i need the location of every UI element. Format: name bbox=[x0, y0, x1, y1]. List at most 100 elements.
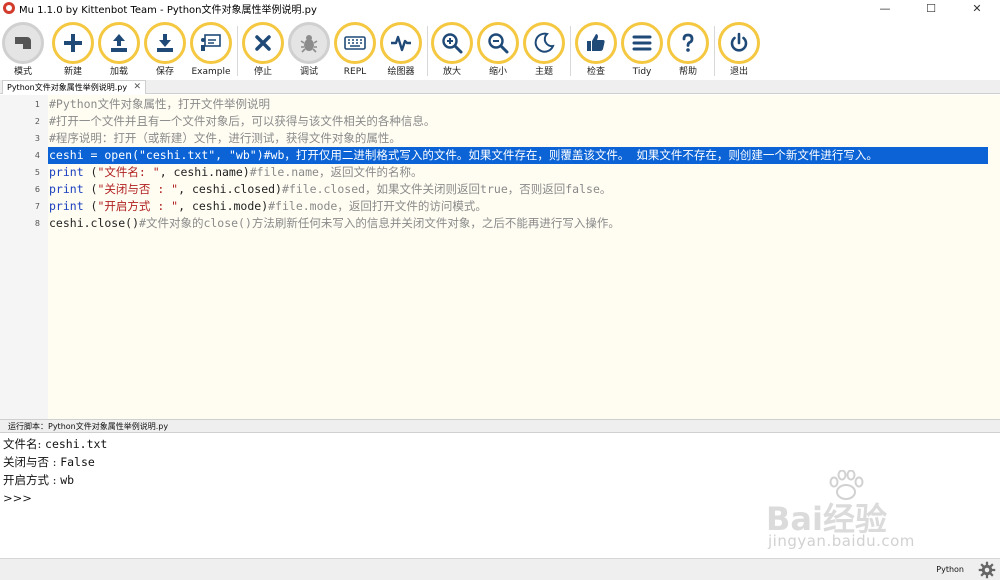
code-rest: , ceshi.name) bbox=[159, 165, 250, 179]
tidy-label: Tidy bbox=[632, 67, 652, 77]
download-icon bbox=[144, 22, 186, 64]
output-label: 文件名: bbox=[3, 437, 46, 451]
mode-button[interactable]: 模式 bbox=[0, 22, 46, 78]
code-line: 5 print ("文件名: ", ceshi.name)#file.name，… bbox=[0, 164, 1000, 181]
code-comment: #打开一个文件并且有一个文件对象后，可以获得与该文件相关的各种信息。 bbox=[49, 114, 436, 128]
zoom-out-button[interactable]: 缩小 bbox=[475, 22, 521, 78]
output-line: 文件名: ceshi.txt bbox=[3, 436, 107, 453]
code-line-selected: 4 ceshi = open("ceshi.txt", "wb")#wb，打开仅… bbox=[0, 147, 1000, 164]
toolbar-divider bbox=[570, 26, 571, 76]
output-value: ceshi.txt bbox=[45, 437, 108, 451]
maximize-button[interactable]: ☐ bbox=[908, 0, 954, 16]
check-button[interactable]: 检查 bbox=[573, 22, 619, 78]
repl-label: REPL bbox=[343, 67, 367, 77]
plotter-button[interactable]: 绘图器 bbox=[378, 22, 424, 78]
line-number: 1 bbox=[34, 100, 40, 109]
moon-icon bbox=[523, 22, 565, 64]
theme-button[interactable]: 主题 bbox=[521, 22, 567, 78]
keyword: print bbox=[49, 199, 84, 213]
code-comment: #file.name，返回文件的名称。 bbox=[249, 165, 423, 179]
quit-button[interactable]: 退出 bbox=[716, 22, 762, 78]
output-label: 开启方式 : bbox=[3, 473, 61, 487]
code-line: 2 #打开一个文件并且有一个文件对象后，可以获得与该文件相关的各种信息。 bbox=[0, 113, 1000, 130]
code-rest: , ceshi.closed) bbox=[178, 182, 282, 196]
zoom-in-label: 放大 bbox=[442, 67, 461, 77]
tab-close-icon[interactable]: ✕ bbox=[134, 81, 142, 94]
tab-bar: Python文件对象属性举例说明.py ✕ bbox=[0, 80, 1000, 94]
upload-icon bbox=[98, 22, 140, 64]
file-tab[interactable]: Python文件对象属性举例说明.py ✕ bbox=[2, 80, 147, 94]
line-number: 8 bbox=[34, 219, 40, 228]
output-value: False bbox=[60, 455, 95, 469]
code-line: 6 print ("关闭与否 : ", ceshi.closed)#file.c… bbox=[0, 181, 1000, 198]
code-line: 3 #程序说明：打开（或新建）文件，进行测试，获得文件对象的属性。 bbox=[0, 130, 1000, 147]
keyboard-icon bbox=[334, 22, 376, 64]
gear-icon[interactable] bbox=[978, 561, 996, 579]
close-icon bbox=[242, 22, 284, 64]
mu-logo-icon bbox=[3, 2, 15, 14]
minimize-button[interactable]: — bbox=[862, 0, 908, 16]
file-tab-label: Python文件对象属性举例说明.py bbox=[7, 83, 128, 92]
mode-icon bbox=[2, 22, 44, 64]
line-number: 2 bbox=[34, 117, 40, 126]
string-literal: "关闭与否 : " bbox=[97, 182, 179, 196]
load-label: 加载 bbox=[109, 67, 128, 77]
zoom-in-button[interactable]: 放大 bbox=[429, 22, 475, 78]
string-literal: "开启方式 : " bbox=[97, 199, 179, 213]
save-button[interactable]: 保存 bbox=[142, 22, 188, 78]
new-label: 新建 bbox=[63, 67, 82, 77]
help-button[interactable]: 帮助 bbox=[665, 22, 711, 78]
debug-button[interactable]: 调试 bbox=[286, 22, 332, 78]
output-console[interactable]: 文件名: ceshi.txt 关闭与否 : False 开启方式 : wb >>… bbox=[0, 434, 1000, 558]
code-line: 1 #Python文件对象属性，打开文件举例说明 bbox=[0, 96, 1000, 113]
keyword: print bbox=[49, 165, 84, 179]
example-button[interactable]: Example bbox=[188, 22, 234, 78]
line-number: 7 bbox=[34, 202, 40, 211]
plotter-label: 绘图器 bbox=[387, 67, 415, 77]
code-line: 7 print ("开启方式 : ", ceshi.mode)#file.mod… bbox=[0, 198, 1000, 215]
code-line: 8 ceshi.close()#文件对象的close()方法刷新任何未写入的信息… bbox=[0, 215, 1000, 232]
window-controls: — ☐ ✕ bbox=[862, 0, 1000, 16]
output-label: 关闭与否 : bbox=[3, 455, 61, 469]
code-text: print ("关闭与否 : ", ceshi.closed)#file.clo… bbox=[49, 181, 611, 198]
debug-label: 调试 bbox=[299, 67, 318, 77]
stop-label: 停止 bbox=[253, 67, 272, 77]
power-icon bbox=[718, 22, 760, 64]
plus-icon bbox=[52, 22, 94, 64]
toolbar-divider bbox=[237, 26, 238, 76]
check-label: 检查 bbox=[586, 67, 605, 77]
toolbar-divider bbox=[427, 26, 428, 76]
output-pane-title: 运行脚本：Python文件对象属性举例说明.py bbox=[8, 422, 169, 431]
line-number: 4 bbox=[34, 151, 40, 160]
code-text: print ("文件名: ", ceshi.name)#file.name，返回… bbox=[49, 164, 422, 181]
code-comment: #文件对象的close()方法刷新任何未写入的信息并关闭文件对象，之后不能再进行… bbox=[139, 216, 620, 230]
stop-button[interactable]: 停止 bbox=[240, 22, 286, 78]
line-number: 3 bbox=[34, 134, 40, 143]
title-bar: Mu 1.1.0 by Kittenbot Team - Python文件对象属… bbox=[0, 0, 1000, 16]
load-button[interactable]: 加载 bbox=[96, 22, 142, 78]
repl-prompt[interactable]: >>> bbox=[3, 490, 32, 507]
code-comment: #file.closed，如果文件关闭则返回true，否则返回false。 bbox=[281, 182, 612, 196]
zoom-out-label: 缩小 bbox=[488, 67, 507, 77]
tidy-button[interactable]: Tidy bbox=[619, 22, 665, 78]
close-window-button[interactable]: ✕ bbox=[954, 0, 1000, 16]
window-title: Mu 1.1.0 by Kittenbot Team - Python文件对象属… bbox=[19, 4, 317, 16]
output-line: 关闭与否 : False bbox=[3, 454, 95, 471]
quit-label: 退出 bbox=[729, 67, 748, 77]
theme-label: 主题 bbox=[534, 67, 553, 77]
selected-code: ceshi = open("ceshi.txt", "wb")#wb，打开仅用二… bbox=[49, 148, 878, 162]
new-button[interactable]: 新建 bbox=[50, 22, 96, 78]
save-label: 保存 bbox=[155, 67, 174, 77]
zoom-out-icon bbox=[477, 22, 519, 64]
help-label: 帮助 bbox=[678, 67, 697, 77]
repl-button[interactable]: REPL bbox=[332, 22, 378, 78]
code-editor[interactable]: 1 #Python文件对象属性，打开文件举例说明 2 #打开一个文件并且有一个文… bbox=[0, 95, 1000, 419]
code-text: ceshi.close()#文件对象的close()方法刷新任何未写入的信息并关… bbox=[49, 215, 620, 232]
bug-icon bbox=[288, 22, 330, 64]
code-punct: ( bbox=[83, 199, 98, 213]
status-bar: Python bbox=[0, 558, 1000, 580]
zoom-in-icon bbox=[431, 22, 473, 64]
output-line: 开启方式 : wb bbox=[3, 472, 74, 489]
code-comment: #Python文件对象属性，打开文件举例说明 bbox=[49, 97, 270, 111]
question-icon bbox=[667, 22, 709, 64]
